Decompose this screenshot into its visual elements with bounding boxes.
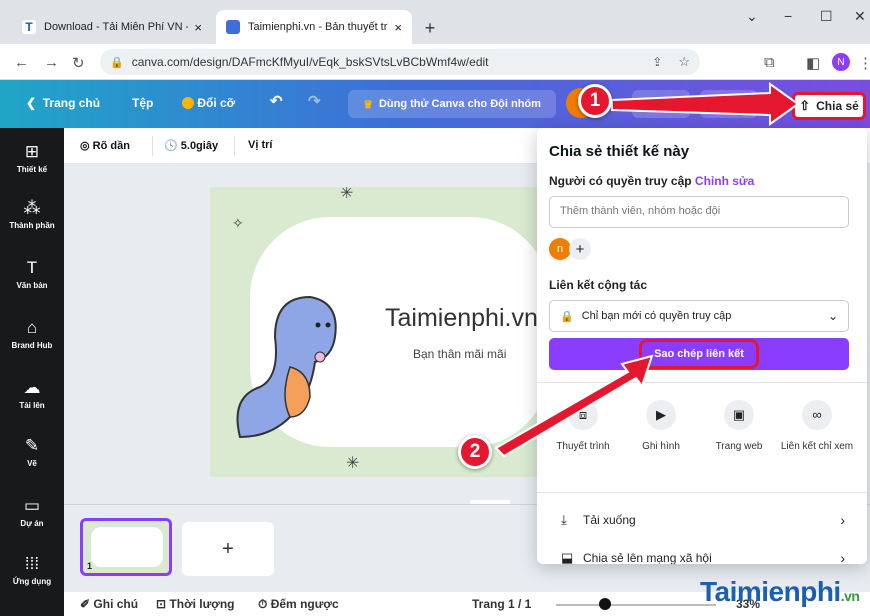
annotation-arrows (494, 82, 800, 458)
taimienphi-watermark: Taimienphi.vn (700, 576, 860, 608)
watermark-suffix: .vn (840, 588, 860, 604)
step-2-badge: 2 (458, 435, 492, 469)
watermark-text: Taimienphi (700, 576, 841, 607)
step-1-badge: 1 (578, 84, 612, 118)
